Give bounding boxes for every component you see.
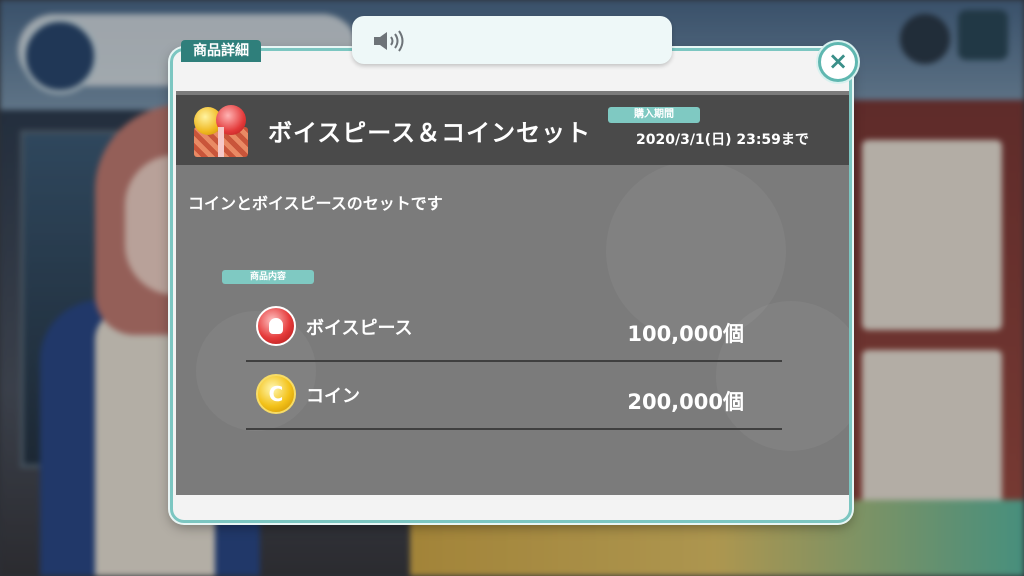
content-row: コイン 200,000個 [246, 364, 782, 430]
dialog-title-tab: 商品詳細 [181, 40, 261, 62]
content-name: コイン [306, 386, 360, 407]
purchase-period-value: 2020/3/1(日) 23:59まで [636, 132, 809, 148]
coin-icon [256, 374, 296, 414]
close-icon[interactable]: × [828, 47, 848, 75]
gift-pack-icon [190, 103, 252, 159]
item-title: ボイスピース＆コインセット [268, 119, 592, 147]
item-description: コインとボイスピースのセットです [188, 194, 443, 213]
content-quantity: 100,000個 [627, 322, 744, 346]
content-quantity: 200,000個 [627, 390, 744, 414]
voice-piece-icon [256, 306, 296, 346]
close-button[interactable]: × [818, 42, 858, 82]
content-name: ボイスピース [306, 318, 413, 339]
item-header: ボイスピース＆コインセット 購入期間 2020/3/1(日) 23:59まで [176, 95, 849, 165]
item-detail-dialog: ボイスピース＆コインセット 購入期間 2020/3/1(日) 23:59まで [170, 48, 852, 523]
row-divider [246, 360, 782, 362]
purchase-period-label: 購入期間 [608, 107, 700, 123]
speaker-icon[interactable] [372, 30, 408, 52]
row-divider [246, 428, 782, 430]
contents-label: 商品内容 [222, 270, 314, 284]
content-row: ボイスピース 100,000個 [246, 296, 782, 362]
voice-playback-bar[interactable] [352, 16, 672, 64]
